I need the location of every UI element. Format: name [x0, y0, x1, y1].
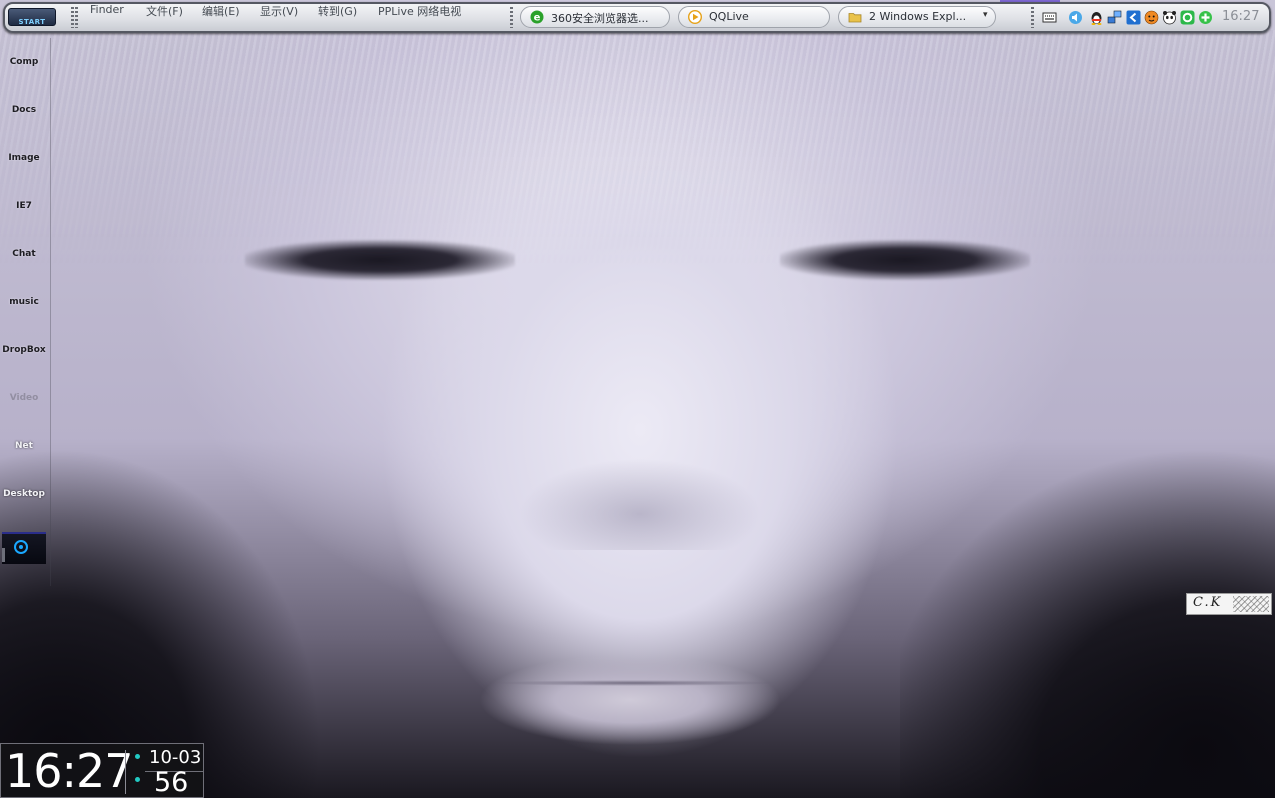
- wallpaper-eyelash-left: [245, 240, 515, 280]
- menu-pplive[interactable]: PPLive 网络电视: [378, 3, 461, 19]
- dock-item-dropbox[interactable]: DropBox: [0, 345, 48, 355]
- keyboard-icon[interactable]: [1042, 10, 1057, 25]
- dock-item-chat[interactable]: Chat: [0, 249, 48, 259]
- tiger-icon[interactable]: [1144, 10, 1159, 25]
- grip-handle[interactable]: [71, 7, 74, 28]
- dock-item-music[interactable]: music: [0, 297, 48, 307]
- wallpaper-nose: [520, 430, 760, 550]
- start-button[interactable]: START: [8, 8, 56, 26]
- dock-item-desktop[interactable]: Desktop: [0, 489, 48, 499]
- dock-item-ie7[interactable]: IE7: [0, 201, 48, 211]
- grip-handle[interactable]: [510, 7, 513, 28]
- clock-separator: [125, 750, 126, 794]
- task-button-360-browser[interactable]: e 360安全浏览器选...: [520, 6, 670, 28]
- task-button-windows-explorer[interactable]: 2 Windows Expl... ▾: [838, 6, 996, 28]
- desktop: START Finder 文件(F) 编辑(E) 显示(V) 转到(G) PPL…: [0, 0, 1275, 798]
- dock-item-video[interactable]: Video: [0, 393, 48, 403]
- task-label: QQLive: [709, 10, 749, 23]
- menu-file[interactable]: 文件(F): [146, 3, 183, 19]
- start-label: START: [18, 18, 46, 26]
- wallpaper-lips: [480, 655, 780, 745]
- menu-finder[interactable]: Finder: [90, 3, 124, 16]
- wallpaper-hair: [0, 30, 1275, 270]
- dock-item-net[interactable]: Net: [0, 441, 48, 451]
- grip-handle[interactable]: [75, 7, 78, 28]
- green-ring-icon[interactable]: [1180, 10, 1195, 25]
- clock-time: 16:27: [5, 744, 134, 798]
- menu-view[interactable]: 显示(V): [260, 3, 298, 19]
- top-taskbar: START Finder 文件(F) 编辑(E) 显示(V) 转到(G) PPL…: [0, 0, 1275, 36]
- dock-widget-tab: [2, 548, 5, 562]
- task-label: 2 Windows Expl...: [869, 10, 967, 23]
- volume-icon[interactable]: [1068, 10, 1083, 25]
- left-dock: Comp Docs Image IE7 Chat music DropBox V…: [0, 38, 51, 586]
- clock-date: 10-03: [149, 747, 202, 768]
- back-arrow-icon[interactable]: [1126, 10, 1141, 25]
- dock-item-image[interactable]: Image: [0, 153, 48, 163]
- network-icon[interactable]: [1107, 10, 1122, 25]
- menu-edit[interactable]: 编辑(E): [202, 3, 240, 19]
- topbar-clock[interactable]: 16:27: [1222, 9, 1259, 24]
- clock-dot-icon: [135, 754, 140, 759]
- clock-seconds: 56: [154, 767, 189, 798]
- folder-icon: [848, 13, 862, 23]
- signature-stamp: C.K: [1186, 593, 1272, 615]
- panda-icon[interactable]: [1162, 10, 1177, 25]
- dock-item-docs[interactable]: Docs: [0, 105, 48, 115]
- task-label: 360安全浏览器选...: [551, 12, 649, 25]
- grip-handle[interactable]: [1031, 7, 1034, 28]
- green-shield-icon[interactable]: [1198, 10, 1213, 25]
- signature-sketch: [1233, 596, 1269, 612]
- signature-text: C.K: [1193, 595, 1223, 610]
- clock-dot-icon: [135, 777, 140, 782]
- dock-power-widget[interactable]: [2, 532, 46, 564]
- chevron-down-icon[interactable]: ▾: [983, 10, 988, 20]
- dock-item-comp[interactable]: Comp: [0, 57, 48, 67]
- wallpaper-lips-line: [490, 680, 780, 686]
- wallpaper-eyelash-right: [780, 240, 1030, 280]
- wallpaper-shadow-left: [0, 420, 340, 798]
- qqlive-play-icon: [688, 10, 702, 24]
- globe-e-icon: e: [530, 10, 544, 24]
- power-dot-icon: [19, 545, 23, 549]
- qq-penguin-icon[interactable]: [1089, 10, 1104, 25]
- svg-text:e: e: [534, 13, 541, 24]
- task-button-qqlive[interactable]: QQLive: [678, 6, 830, 28]
- clock-widget[interactable]: 16:27 10-03 56: [0, 743, 204, 798]
- menu-go[interactable]: 转到(G): [318, 3, 357, 19]
